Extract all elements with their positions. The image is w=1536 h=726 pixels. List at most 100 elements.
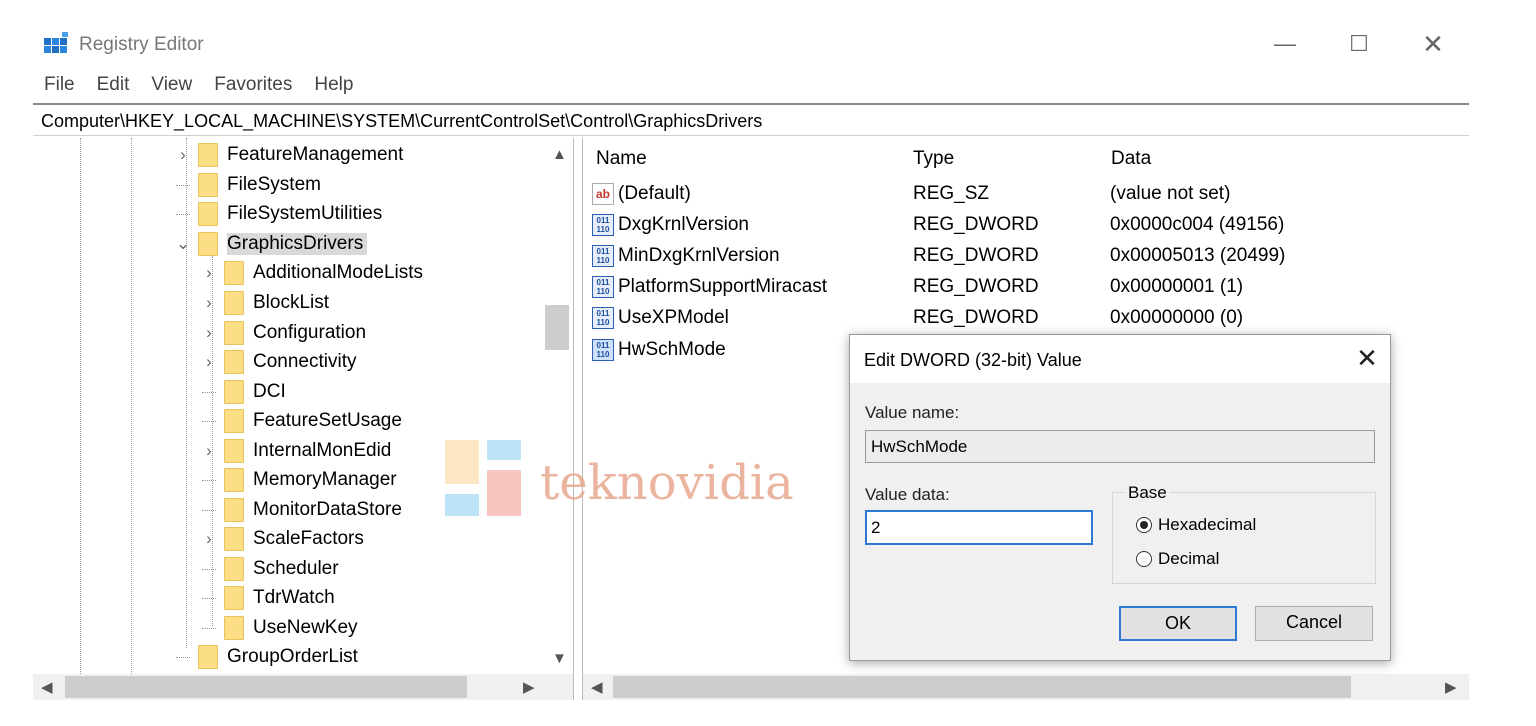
chevron-right-icon[interactable]: › — [202, 529, 216, 549]
close-button[interactable]: ✕ — [1408, 24, 1458, 64]
tree-item[interactable]: › AdditionalModeLists — [202, 259, 423, 287]
watermark-logo — [445, 440, 521, 516]
value-type: REG_DWORD — [913, 245, 1039, 266]
tree-item[interactable]: FileSystem — [176, 171, 321, 199]
maximize-button[interactable]: ☐ — [1334, 24, 1384, 64]
folder-icon — [224, 439, 244, 463]
menu-help[interactable]: Help — [314, 74, 353, 102]
folder-icon — [224, 321, 244, 345]
folder-icon — [224, 527, 244, 551]
value-type: REG_DWORD — [913, 276, 1039, 297]
tree-item-label: AdditionalModeLists — [253, 262, 424, 283]
hexadecimal-radio[interactable]: Hexadecimal — [1136, 515, 1256, 535]
tree-connector — [202, 597, 216, 599]
chevron-right-icon[interactable]: › — [202, 323, 216, 343]
list-horizontal-scroll-thumb[interactable] — [613, 676, 1351, 698]
value-name: MinDxgKrnlVersion — [618, 245, 780, 267]
chevron-right-icon[interactable]: › — [202, 441, 216, 461]
menu-favorites[interactable]: Favorites — [214, 74, 292, 102]
tree-item-label: FileSystemUtilities — [227, 203, 383, 224]
chevron-right-icon[interactable]: › — [202, 352, 216, 372]
value-name: PlatformSupportMiracast — [618, 276, 828, 298]
menu-edit[interactable]: Edit — [97, 74, 130, 102]
tree-item-label: MemoryManager — [253, 469, 397, 490]
chevron-right-icon[interactable]: › — [202, 263, 216, 283]
scroll-left-icon[interactable]: ◀ — [591, 678, 603, 696]
binary-value-icon: 011 110 — [592, 339, 614, 361]
tree-item-label: InternalMonEdid — [253, 440, 392, 461]
tree-connector — [202, 627, 216, 629]
column-header-name[interactable]: Name — [596, 148, 647, 170]
chevron-right-icon[interactable]: › — [176, 145, 190, 165]
tree-item[interactable]: FeatureSetUsage — [202, 407, 402, 435]
tree-item[interactable]: › Connectivity — [202, 348, 357, 376]
tree-item-label: TdrWatch — [253, 587, 335, 608]
scroll-up-icon[interactable]: ▲ — [552, 146, 567, 163]
value-data-label: Value data: — [865, 485, 950, 504]
minimize-button[interactable]: — — [1260, 24, 1310, 64]
menu-bar: File Edit View Favorites Help — [44, 74, 375, 102]
column-header-type[interactable]: Type — [913, 148, 954, 170]
tree-item[interactable]: › ScaleFactors — [202, 525, 364, 553]
decimal-radio[interactable]: Decimal — [1136, 549, 1219, 569]
tree-item-label: Connectivity — [253, 351, 357, 372]
tree-item[interactable]: FileSystemUtilities — [176, 200, 382, 228]
value-data: 0x00000001 (1) — [1110, 276, 1244, 297]
tree-item[interactable]: MonitorDataStore — [202, 496, 402, 524]
tree-vertical-scrollbar[interactable]: ▲ ▼ — [545, 138, 571, 674]
pane-splitter[interactable] — [573, 138, 583, 700]
tree-item[interactable]: DCI — [202, 378, 286, 406]
value-name: DxgKrnlVersion — [618, 214, 749, 236]
tree-item[interactable]: UseNewKey — [202, 614, 358, 642]
tree-item[interactable]: › InternalMonEdid — [202, 437, 391, 465]
chevron-right-icon[interactable]: › — [202, 293, 216, 313]
value-data: 0x00005013 (20499) — [1110, 245, 1286, 266]
tree-item[interactable]: › BlockList — [202, 289, 329, 317]
tree-connector — [202, 391, 216, 393]
scroll-down-icon[interactable]: ▼ — [552, 650, 567, 667]
menu-view[interactable]: View — [151, 74, 192, 102]
chevron-down-icon[interactable]: ⌄ — [176, 234, 190, 254]
tree-connector — [176, 213, 190, 215]
value-data: 0x0000c004 (49156) — [1110, 214, 1285, 235]
tree-item[interactable]: › FeatureManagement — [176, 141, 403, 169]
window-title: Registry Editor — [79, 34, 204, 55]
value-type: REG_DWORD — [913, 214, 1039, 235]
ok-button[interactable]: OK — [1119, 606, 1237, 641]
value-data-input[interactable]: 2 — [865, 510, 1093, 545]
tree-guide-line — [131, 138, 132, 674]
binary-value-icon: 011 110 — [592, 276, 614, 298]
column-header-data[interactable]: Data — [1111, 148, 1151, 170]
tree-vertical-scroll-thumb[interactable] — [545, 305, 569, 350]
binary-value-icon: 011 110 — [592, 214, 614, 236]
tree-item[interactable]: TdrWatch — [202, 584, 335, 612]
tree-connector — [176, 184, 190, 186]
cancel-button[interactable]: Cancel — [1255, 606, 1373, 641]
tree-connector — [202, 420, 216, 422]
tree-item-label: MonitorDataStore — [253, 499, 402, 520]
folder-icon — [224, 409, 244, 433]
tree-connector — [202, 568, 216, 570]
address-bar[interactable]: Computer\HKEY_LOCAL_MACHINE\SYSTEM\Curre… — [33, 103, 1469, 136]
value-data: (value not set) — [1110, 183, 1231, 204]
folder-icon — [224, 350, 244, 374]
tree-item[interactable]: MemoryManager — [202, 466, 397, 494]
scroll-right-icon[interactable]: ▶ — [523, 678, 535, 696]
tree-item-selected[interactable]: ⌄ GraphicsDrivers — [176, 230, 368, 258]
folder-icon — [224, 291, 244, 315]
tree-item[interactable]: Scheduler — [202, 555, 339, 583]
tree-item-label: BlockList — [253, 292, 330, 313]
folder-icon — [198, 173, 218, 197]
dialog-title-bar: Edit DWORD (32-bit) Value ✕ — [850, 335, 1390, 383]
tree-item[interactable]: › Configuration — [202, 319, 366, 347]
tree-horizontal-scroll-thumb[interactable] — [65, 676, 467, 698]
folder-icon — [198, 202, 218, 226]
dialog-close-button[interactable]: ✕ — [1352, 343, 1382, 373]
value-name-label: Value name: — [865, 403, 960, 422]
scroll-right-icon[interactable]: ▶ — [1445, 678, 1457, 696]
tree-connector — [202, 479, 216, 481]
tree-item-label: FeatureSetUsage — [253, 410, 402, 431]
tree-item[interactable]: GroupOrderList — [176, 643, 358, 671]
scroll-left-icon[interactable]: ◀ — [41, 678, 53, 696]
menu-file[interactable]: File — [44, 74, 75, 102]
